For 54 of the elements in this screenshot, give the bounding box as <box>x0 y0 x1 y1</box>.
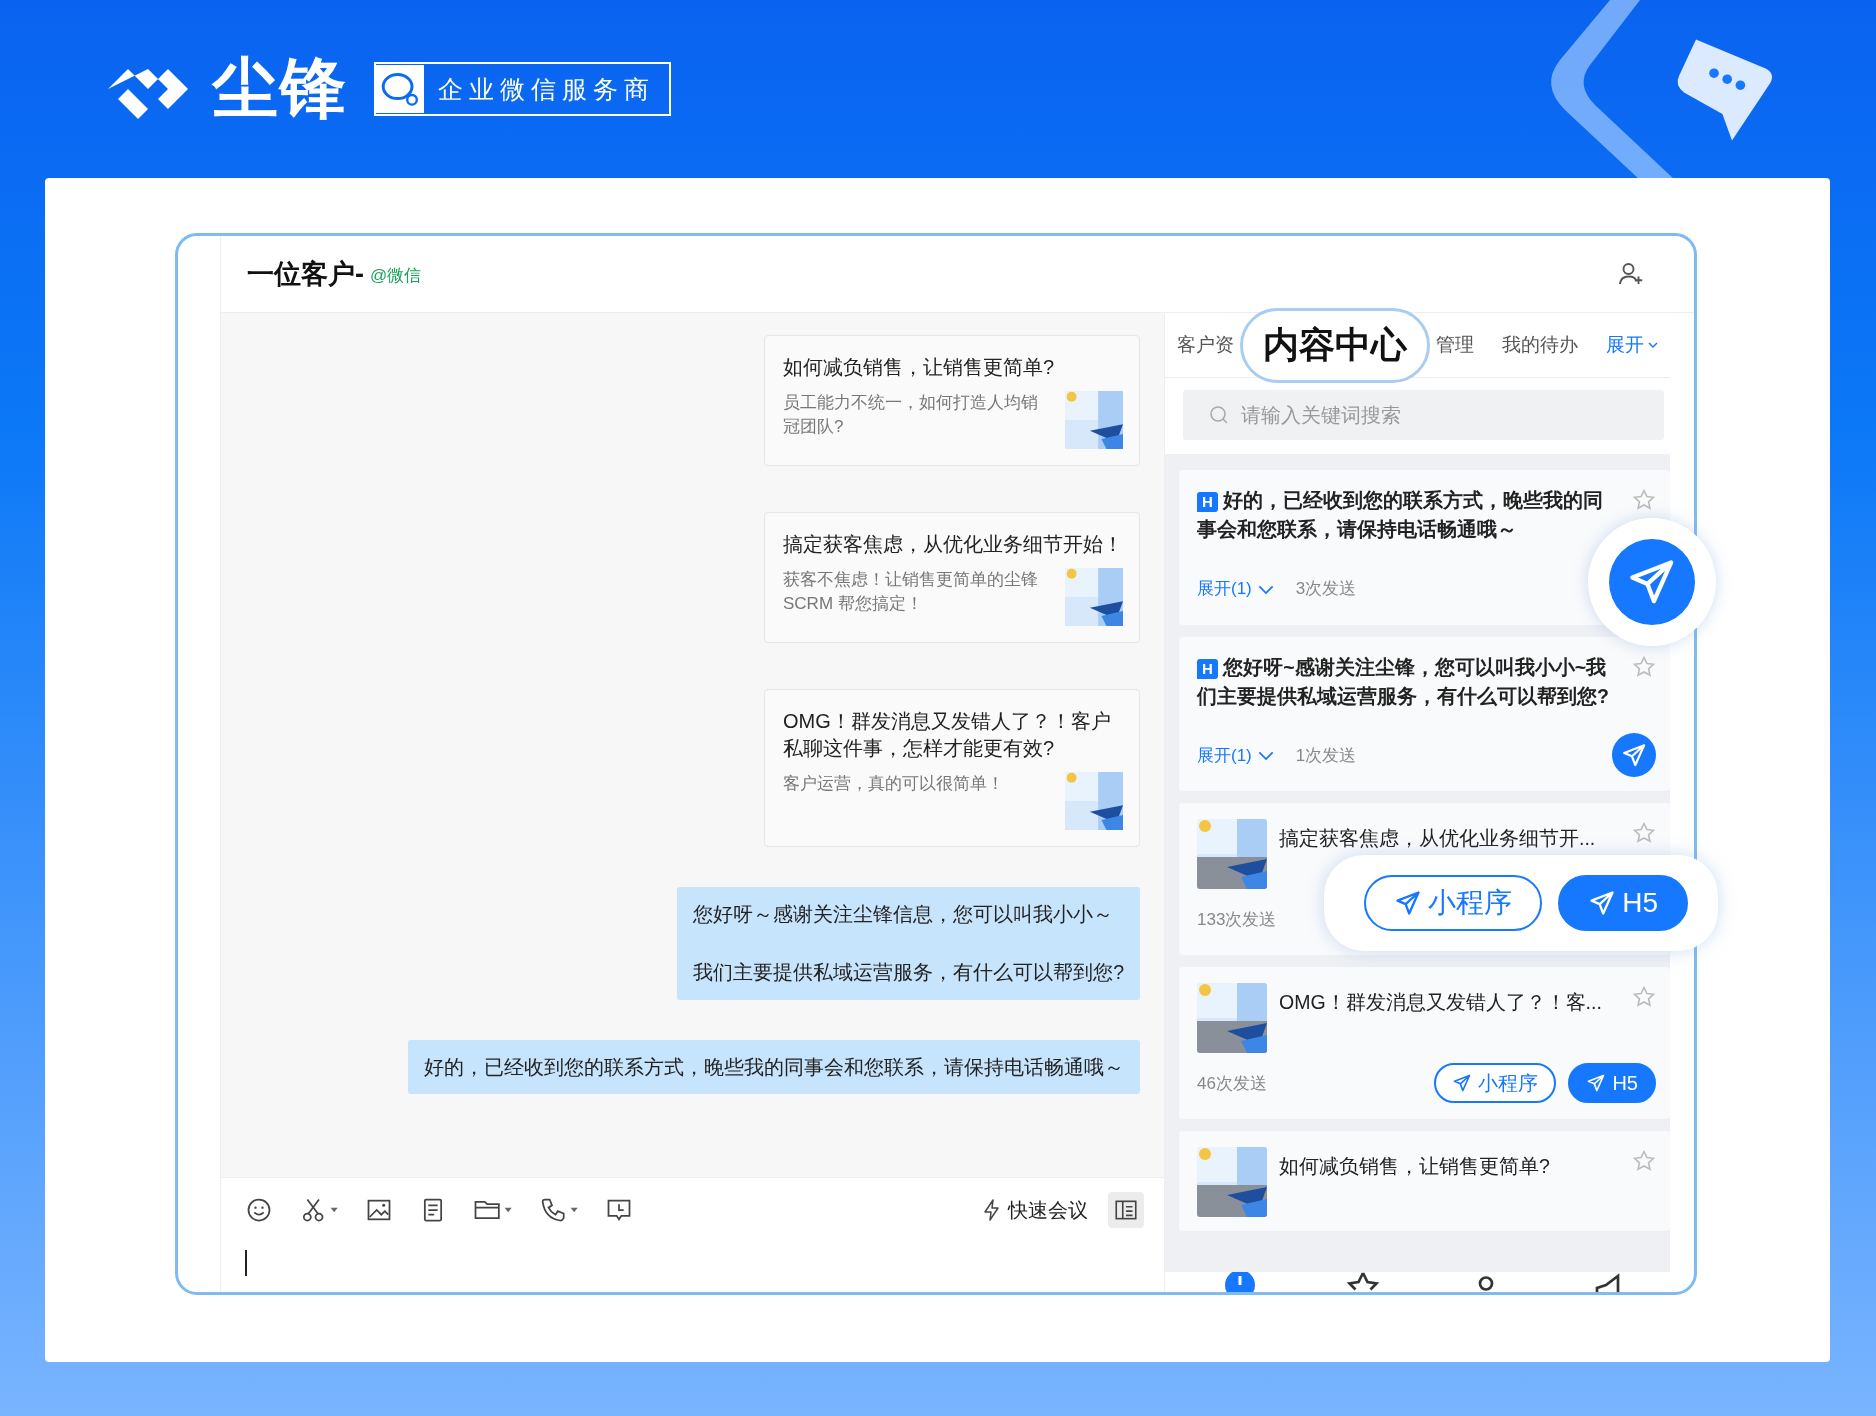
send-button[interactable]: 小程序 <box>1364 875 1543 931</box>
star-icon[interactable] <box>1632 488 1656 512</box>
send-button[interactable]: H5 <box>1558 875 1688 931</box>
send-count: 133次发送 <box>1197 908 1277 931</box>
star-icon[interactable] <box>1632 654 1656 679</box>
star-icon[interactable] <box>1632 1149 1656 1173</box>
star-icon[interactable] <box>1632 985 1656 1009</box>
h5-badge: H <box>1197 492 1218 512</box>
item-title: H 您好呀~感谢关注尘锋，您可以叫我小小~我们主要提供私域运营服务，有什么可以帮到您? <box>1197 654 1610 709</box>
card-description: 获客不焦虑！让销售更简单的尘锋SCRM 帮您搞定！ <box>783 569 1039 615</box>
send-icon <box>1586 1073 1607 1093</box>
link-card[interactable]: OMG！群发消息又发错人了？！客户私聊这件事，怎样才能更有效? 客户运营，真的可以很简单！ <box>764 689 1140 847</box>
item-title: OMG！群发消息又发错人了？！客... <box>1279 990 1603 1015</box>
channel-label: @微信 <box>370 264 422 287</box>
expand-link[interactable]: 展开(1) <box>1197 577 1274 600</box>
send-icon <box>1588 889 1617 917</box>
card-title: 搞定获客焦虑，从优化业务细节开始！ <box>783 532 1123 557</box>
sidebar-toggle-button[interactable] <box>1108 1192 1144 1228</box>
send-icon <box>1620 741 1648 769</box>
tab[interactable]: 内容中心 <box>1240 307 1430 383</box>
emoji-icon[interactable] <box>245 1196 273 1224</box>
expand-link[interactable]: 展开 <box>1606 332 1659 358</box>
star-icon[interactable] <box>1632 821 1656 845</box>
item-title: 搞定获客焦虑，从优化业务细节开... <box>1279 826 1597 851</box>
card-title: 如何减负销售，让销售更简单? <box>783 355 1056 380</box>
send-button[interactable] <box>1612 733 1656 777</box>
tab[interactable]: 管理 <box>1436 332 1474 358</box>
item-title: 如何减负销售，让销售更简单? <box>1279 1154 1551 1179</box>
send-count: 1次发送 <box>1295 744 1357 767</box>
chat-title: 一位客户- <box>247 258 364 291</box>
send-count: 3次发送 <box>1295 578 1357 600</box>
send-button[interactable]: H5 <box>1568 1063 1656 1103</box>
chevron-down-icon <box>1647 339 1659 351</box>
send-icon <box>1452 1073 1473 1093</box>
search-field[interactable]: 请输入关键词搜索 <box>1183 390 1664 440</box>
link-card[interactable]: 搞定获客焦虑，从优化业务细节开始！ 获客不焦虑！让销售更简单的尘锋SCRM 帮您搞定！ <box>764 512 1140 643</box>
card-title: OMG！群发消息又发错人了？！客户私聊这件事，怎样才能更有效? <box>783 709 1112 761</box>
h5-badge: H <box>1197 658 1218 679</box>
send-icon <box>1394 889 1423 917</box>
card-description: 客户运营，真的可以很简单！ <box>783 773 1005 795</box>
brand-name: 尘锋 <box>212 50 348 127</box>
badge-label: 企业微信服务商 <box>437 73 656 105</box>
card-description: 员工能力不统一，如何打造人均销冠团队? <box>783 392 1039 438</box>
phone-icon[interactable] <box>539 1196 579 1224</box>
send-count: 46次发送 <box>1197 1072 1267 1095</box>
message-text: 您好呀～感谢关注尘锋信息，您可以叫我小小～ <box>693 902 1115 927</box>
link-card[interactable]: 如何减负销售，让销售更简单? 员工能力不统一，如何打造人均销冠团队? <box>764 335 1140 466</box>
tab[interactable]: 客户资 <box>1177 332 1234 358</box>
expand-link[interactable]: 展开(1) <box>1197 743 1274 767</box>
send-button[interactable]: 小程序 <box>1434 1063 1557 1103</box>
tab[interactable]: 我的待办 <box>1502 332 1578 358</box>
quick-meeting-button[interactable]: 快速会议 <box>980 1196 1088 1224</box>
message-text: 我们主要提供私域运营服务，有什么可以帮到您? <box>693 960 1124 986</box>
message-text: 好的，已经收到您的联系方式，晚些我的同事会和您联系，请保持电话畅通哦～ <box>424 1054 1124 1080</box>
